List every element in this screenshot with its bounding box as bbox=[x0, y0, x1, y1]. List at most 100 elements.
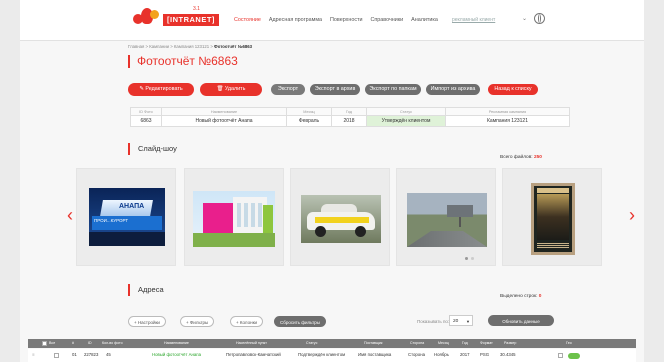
page-title: Фотоотчёт №6863 bbox=[137, 54, 238, 68]
row-size: 30.4345 bbox=[500, 352, 516, 357]
breadcrumb: Главная > Кампании > Кампания 123121 > Ф… bbox=[128, 44, 253, 49]
total-files-count: Всего файлов: 250 bbox=[500, 155, 542, 160]
slideshow-accent bbox=[128, 143, 130, 155]
row-toggle[interactable] bbox=[568, 353, 580, 359]
export-archive-button[interactable]: Экспорт в архив bbox=[310, 84, 360, 95]
breadcrumb-campaign[interactable]: Кампания 123121 bbox=[174, 44, 209, 49]
slide-thumbnail[interactable] bbox=[396, 168, 496, 266]
col-header-name: Наименование bbox=[164, 341, 189, 345]
export-button[interactable]: Экспорт bbox=[271, 84, 305, 95]
photo-road-billboard bbox=[407, 193, 487, 247]
back-to-list-button[interactable]: Назад к списку bbox=[488, 84, 538, 95]
selected-rows-value: 0 bbox=[538, 294, 542, 299]
breadcrumb-current: Фотоотчёт №6863 bbox=[214, 44, 253, 49]
globe-icon[interactable] bbox=[534, 13, 545, 24]
carousel-dot[interactable] bbox=[471, 257, 474, 260]
photo-building bbox=[193, 191, 275, 247]
top-header: [INTRANET] 3.1 Состояние Адресная програ… bbox=[20, 0, 644, 41]
total-files-value: 250 bbox=[533, 155, 542, 160]
info-campaign: Кампания 123121 bbox=[445, 115, 570, 127]
slideshow-next-arrow-icon[interactable]: › bbox=[629, 206, 635, 224]
col-header-format: Формат bbox=[480, 341, 493, 345]
col-header-month: Месяц bbox=[438, 341, 449, 345]
filters-filter-button[interactable]: + Фильтры bbox=[180, 316, 215, 327]
photo-taxi-car bbox=[301, 195, 381, 243]
row-status: Подтверждён клиентом bbox=[298, 352, 346, 357]
col-header-supplier: Поставщик bbox=[364, 341, 383, 345]
row-num: 01 bbox=[72, 352, 77, 357]
columns-filter-button[interactable]: + Колонки bbox=[230, 316, 264, 327]
slide-thumbnail[interactable]: АНАПА ПРОИ...КУРОРТ bbox=[76, 168, 176, 266]
row-checkbox[interactable] bbox=[54, 353, 59, 358]
reset-filters-button[interactable]: Сбросить фильтры bbox=[274, 316, 326, 327]
edit-icon: ✎ bbox=[139, 86, 144, 92]
slide-thumbnail[interactable] bbox=[502, 168, 602, 266]
col-header-side: Сторона bbox=[410, 341, 425, 345]
info-header-campaign: Рекламная кампания bbox=[445, 107, 570, 116]
delete-button-label: Удалить bbox=[224, 86, 246, 92]
addresses-table-header: Все # ID Кол-во фото Наименование Населё… bbox=[28, 339, 636, 348]
main-nav: Состояние Адресная программа Поверхности… bbox=[234, 17, 438, 23]
col-header-locality: Населённый пункт bbox=[236, 341, 267, 345]
table-row[interactable]: ≡ 01 227823 45 Новый фотоотчёт Анапа Пет… bbox=[28, 349, 636, 362]
row-locality: Петропавловск-Камчатский bbox=[226, 352, 281, 357]
info-status: Утверждён клиентом bbox=[366, 115, 446, 127]
chevron-down-icon[interactable]: ⌄ bbox=[522, 15, 527, 22]
col-header-geo: Гео bbox=[566, 341, 572, 345]
total-files-label: Всего файлов: bbox=[500, 155, 533, 160]
col-header-all: Все bbox=[49, 341, 56, 345]
settings-filter-button[interactable]: + Настройки bbox=[128, 316, 166, 327]
edit-button[interactable]: ✎ Редактировать bbox=[128, 83, 194, 96]
row-side: Сторона bbox=[408, 352, 425, 357]
nav-item-address-program[interactable]: Адресная программа bbox=[269, 17, 322, 23]
refresh-data-button[interactable]: Обновить данные bbox=[488, 315, 554, 326]
title-accent bbox=[128, 55, 130, 68]
row-geo-checkbox[interactable] bbox=[558, 353, 563, 358]
info-id: 6863 bbox=[130, 115, 162, 127]
carousel-dot[interactable] bbox=[465, 257, 468, 260]
info-name: Новый фотоотчёт Анапа bbox=[161, 115, 287, 127]
addresses-accent bbox=[128, 284, 130, 296]
slideshow-prev-arrow-icon[interactable]: ‹ bbox=[67, 206, 73, 224]
nav-item-directories[interactable]: Справочники bbox=[371, 17, 404, 23]
page: [INTRANET] 3.1 Состояние Адресная програ… bbox=[20, 0, 644, 362]
slide-thumbnail[interactable] bbox=[184, 168, 284, 266]
trash-icon: 🗑 bbox=[216, 86, 224, 92]
delete-button[interactable]: 🗑 Удалить bbox=[200, 83, 262, 96]
drag-handle-icon[interactable]: ≡ bbox=[32, 352, 35, 357]
breadcrumb-campaigns[interactable]: Кампании bbox=[149, 44, 169, 49]
selected-rows-count: Выделено строк: 0 bbox=[500, 294, 541, 299]
row-name-link[interactable]: Новый фотоотчёт Анапа bbox=[152, 352, 201, 357]
select-all-checkbox[interactable] bbox=[42, 341, 47, 346]
brand-label[interactable]: [INTRANET] bbox=[163, 14, 219, 26]
per-page-label: Показывать по: bbox=[417, 319, 450, 324]
breadcrumb-home[interactable]: Главная bbox=[128, 44, 144, 49]
slide-thumbnail[interactable] bbox=[290, 168, 390, 266]
row-month: Ноябрь bbox=[434, 352, 449, 357]
col-header-num: # bbox=[72, 341, 74, 345]
info-header-row: ID Фото Наименование Месяц Год Статус Ре… bbox=[130, 107, 570, 116]
edit-button-label: Редактировать bbox=[145, 86, 183, 92]
col-header-year: Год bbox=[462, 341, 468, 345]
nav-item-state[interactable]: Состояние bbox=[234, 17, 261, 23]
user-menu[interactable]: рекламный клиент bbox=[452, 17, 495, 23]
export-folders-button[interactable]: Экспорт по папкам bbox=[365, 84, 421, 95]
nav-item-surfaces[interactable]: Поверхности bbox=[330, 17, 362, 23]
brand-logo-icon[interactable] bbox=[133, 8, 159, 30]
nav-item-analytics[interactable]: Аналитика bbox=[411, 17, 438, 23]
chevron-down-icon: ▼ bbox=[466, 319, 470, 324]
addresses-title: Адреса bbox=[138, 285, 164, 294]
col-header-id: ID bbox=[88, 341, 92, 345]
row-format: PSG bbox=[480, 352, 490, 357]
col-header-size: Размер bbox=[504, 341, 517, 345]
photo-anapa-subtext: ПРОИ...КУРОРТ bbox=[94, 218, 129, 223]
per-page-value: 20 bbox=[453, 319, 459, 324]
import-archive-button[interactable]: Импорт из архива bbox=[426, 84, 480, 95]
photo-report-info-table: ID Фото Наименование Месяц Год Статус Ре… bbox=[130, 107, 570, 127]
info-row: 6863 Новый фотоотчёт Анапа Февраль 2018 … bbox=[130, 115, 570, 127]
photo-poster bbox=[531, 183, 575, 255]
row-id: 227823 bbox=[84, 352, 99, 357]
info-header-status: Статус bbox=[366, 107, 446, 116]
info-header-month: Месяц bbox=[286, 107, 332, 116]
per-page-select[interactable]: 20 ▼ bbox=[449, 315, 473, 326]
